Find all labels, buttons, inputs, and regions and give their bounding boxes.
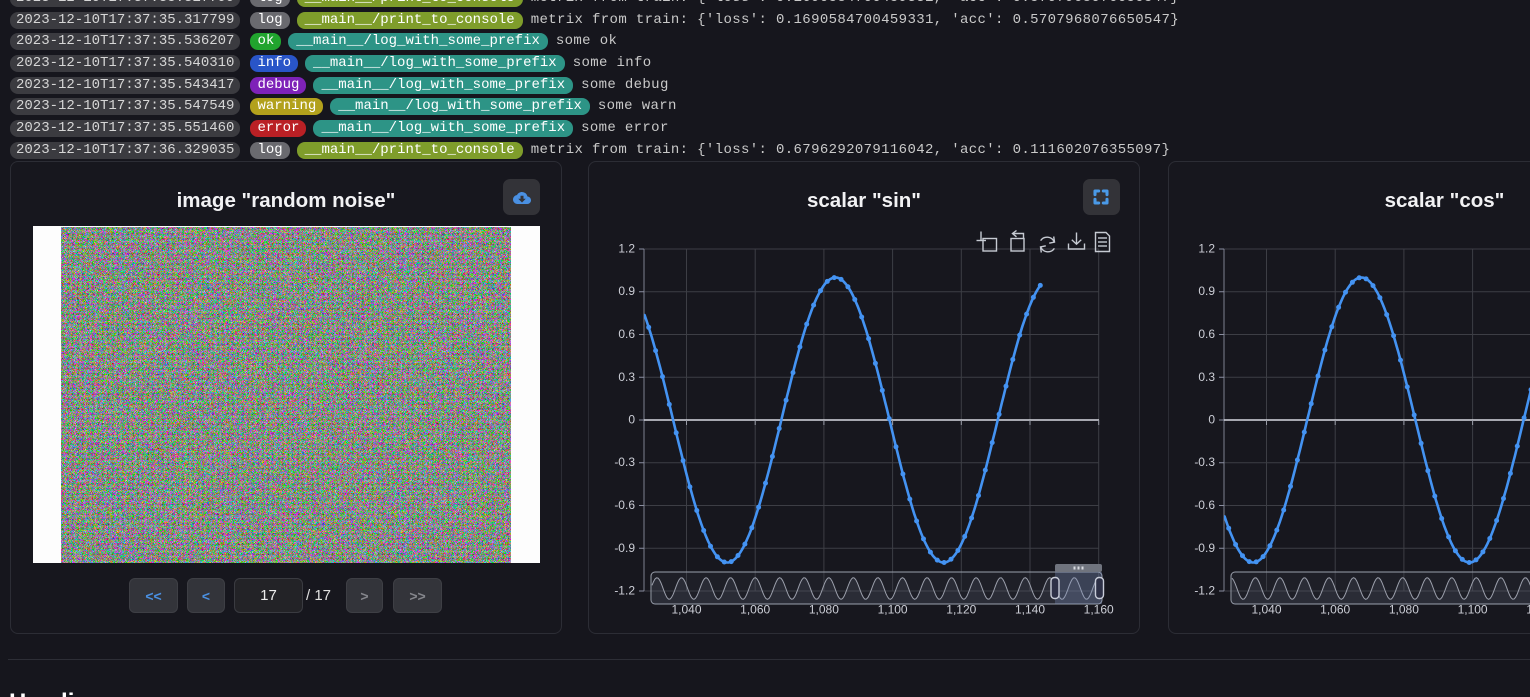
svg-text:-0.9: -0.9 — [1194, 541, 1215, 555]
svg-text:0.9: 0.9 — [1198, 284, 1215, 298]
svg-text:1,040: 1,040 — [1251, 603, 1281, 617]
svg-text:1,060: 1,060 — [1320, 603, 1350, 617]
svg-text:1,100: 1,100 — [1458, 603, 1488, 617]
svg-text:0.6: 0.6 — [618, 327, 635, 341]
svg-text:1,160: 1,160 — [1084, 603, 1114, 617]
svg-text:1.2: 1.2 — [1198, 242, 1215, 256]
svg-text:0.9: 0.9 — [618, 284, 635, 298]
svg-text:0.6: 0.6 — [1198, 327, 1215, 341]
svg-text:0: 0 — [1208, 413, 1215, 427]
svg-text:-1.2: -1.2 — [1194, 584, 1215, 598]
svg-text:0: 0 — [628, 413, 635, 427]
svg-text:1,120: 1,120 — [1526, 603, 1530, 617]
svg-text:-0.3: -0.3 — [1194, 455, 1215, 469]
svg-text:1,040: 1,040 — [671, 603, 701, 617]
svg-text:1,140: 1,140 — [1015, 603, 1045, 617]
svg-text:-0.3: -0.3 — [614, 455, 635, 469]
svg-text:1.2: 1.2 — [618, 242, 635, 256]
svg-text:-0.6: -0.6 — [1194, 498, 1215, 512]
svg-text:0.3: 0.3 — [618, 370, 635, 384]
svg-text:1,100: 1,100 — [878, 603, 908, 617]
svg-text:0.3: 0.3 — [1198, 370, 1215, 384]
svg-text:1,060: 1,060 — [740, 603, 770, 617]
svg-text:1,080: 1,080 — [809, 603, 839, 617]
svg-text:-0.9: -0.9 — [614, 541, 635, 555]
svg-text:-0.6: -0.6 — [614, 498, 635, 512]
svg-text:1,120: 1,120 — [946, 603, 976, 617]
svg-text:1,080: 1,080 — [1389, 603, 1419, 617]
svg-text:-1.2: -1.2 — [614, 584, 635, 598]
